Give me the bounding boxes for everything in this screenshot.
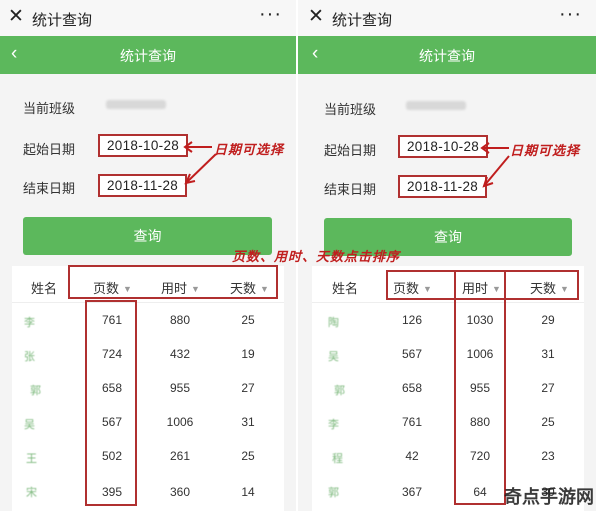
- arrow-line: [483, 155, 510, 187]
- site-watermark: 奇点手游网: [504, 487, 594, 507]
- date-selectable-note-right: 日期可选择: [510, 143, 581, 158]
- arrow-line: [185, 153, 217, 184]
- sort-hint-note: 页数、用时、天数点击排序: [232, 249, 401, 264]
